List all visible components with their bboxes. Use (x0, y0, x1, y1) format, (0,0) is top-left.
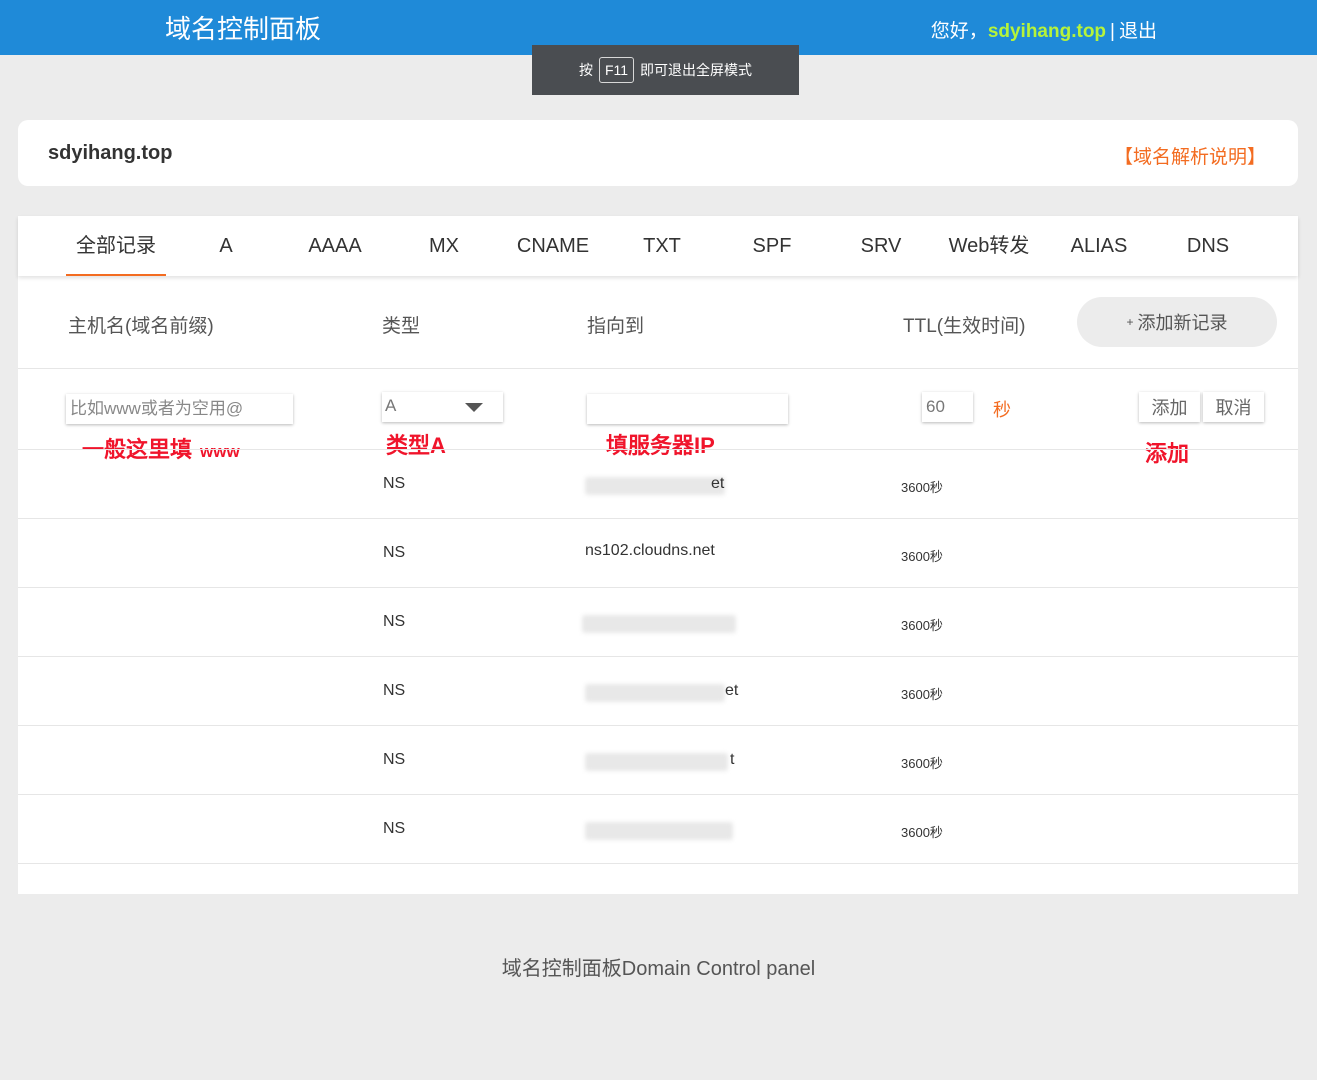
record-type: NS (383, 544, 406, 561)
divider (18, 587, 1298, 588)
divider (18, 449, 1298, 450)
host-input[interactable] (66, 394, 293, 424)
divider (18, 863, 1298, 864)
record-type: NS (383, 751, 406, 768)
greeting-prefix: 您好， (930, 21, 988, 42)
record-target-text: t (730, 751, 735, 768)
tab-aaaa[interactable]: AAAA (295, 216, 375, 276)
tab-txt[interactable]: TXT (637, 216, 687, 276)
record-type: NS (383, 820, 406, 837)
divider (18, 725, 1298, 726)
tab-dns[interactable]: DNS (1182, 216, 1234, 276)
tab-web-forward[interactable]: Web转发 (944, 216, 1034, 276)
tab-srv[interactable]: SRV (856, 216, 906, 276)
divider (18, 656, 1298, 657)
host-hint-www: www (200, 442, 240, 461)
record-target (582, 613, 736, 635)
record-target-text: ns102.cloudns.net (585, 542, 715, 558)
add-button[interactable]: 添加 (1139, 392, 1200, 422)
f11-key: F11 (598, 57, 635, 83)
redacted-blur (585, 477, 725, 495)
page-footer: 域名控制面板Domain Control panel (501, 958, 816, 980)
record-ttl: 3600秒 (901, 825, 943, 840)
record-target: et (585, 682, 739, 704)
tab-cname[interactable]: CNAME (508, 216, 598, 276)
record-type: NS (383, 682, 406, 699)
record-ttl: 3600秒 (901, 687, 943, 702)
record-ttl: 3600秒 (901, 549, 943, 564)
col-header-host: 主机名(域名前缀) (68, 316, 214, 337)
record-target: et (585, 475, 735, 497)
record-target-text: et (725, 682, 739, 699)
add-record-label: 添加新记录 (1137, 313, 1228, 333)
redacted-blur (585, 822, 733, 840)
tab-mx[interactable]: MX (414, 216, 474, 276)
tab-a[interactable]: A (206, 216, 246, 276)
record-target: ns102.cloudns.net (585, 542, 735, 558)
type-hint-annotation: 类型A (386, 433, 446, 458)
col-header-target: 指向到 (587, 316, 645, 337)
tab-all-records[interactable]: 全部记录 (66, 216, 166, 276)
col-header-ttl: TTL(生效时间) (903, 316, 1026, 337)
separator: | (1110, 21, 1115, 42)
ttl-unit: 秒 (993, 400, 1011, 420)
app-title: 域名控制面板 (165, 14, 322, 44)
add-hint-annotation: 添加 (1145, 441, 1190, 466)
host-hint-annotation: 一般这里填 www (82, 432, 240, 464)
record-type: NS (383, 613, 406, 630)
divider (18, 368, 1298, 369)
dns-help-link[interactable]: 【域名解析说明】 (1114, 142, 1266, 169)
tab-alias[interactable]: ALIAS (1066, 216, 1132, 276)
redacted-blur (582, 615, 736, 633)
dropdown-caret-icon (465, 403, 483, 412)
fullscreen-hint-toast: 按 F11 即可退出全屏模式 (532, 45, 799, 95)
domain-card: sdyihang.top 【域名解析说明】 (18, 120, 1298, 186)
add-new-record-button[interactable]: + 添加新记录 (1077, 297, 1277, 347)
toast-suffix: 即可退出全屏模式 (640, 62, 753, 78)
toast-prefix: 按 (578, 62, 593, 78)
divider (18, 518, 1298, 519)
cancel-button[interactable]: 取消 (1203, 392, 1264, 422)
ttl-input[interactable] (922, 392, 973, 422)
target-hint-annotation: 填服务器IP (606, 433, 715, 458)
username: sdyihang.top (987, 21, 1107, 42)
record-ttl: 3600秒 (901, 618, 943, 633)
record-target-text: et (711, 475, 725, 492)
logout-link[interactable]: 退出 (1119, 21, 1157, 42)
tab-spf[interactable]: SPF (747, 216, 797, 276)
plus-icon: + (1126, 315, 1134, 329)
records-panel: 全部记录 A AAAA MX CNAME TXT SPF SRV Web转发 A… (18, 216, 1298, 894)
col-header-type: 类型 (382, 316, 421, 337)
record-ttl: 3600秒 (901, 480, 943, 495)
domain-name: sdyihang.top (48, 142, 173, 164)
record-type-select[interactable]: A (382, 392, 503, 422)
divider (18, 794, 1298, 795)
target-input[interactable] (587, 394, 788, 424)
record-type-value: A (385, 396, 397, 415)
record-ttl: 3600秒 (901, 756, 943, 771)
user-greeting: 您好，sdyihang.top | 退出 (931, 16, 1157, 43)
record-type: NS (383, 475, 406, 492)
redacted-blur (585, 684, 725, 702)
record-type-tabs: 全部记录 A AAAA MX CNAME TXT SPF SRV Web转发 A… (18, 216, 1298, 276)
record-target (585, 820, 735, 842)
redacted-blur (585, 753, 728, 771)
record-target: t (585, 751, 735, 773)
